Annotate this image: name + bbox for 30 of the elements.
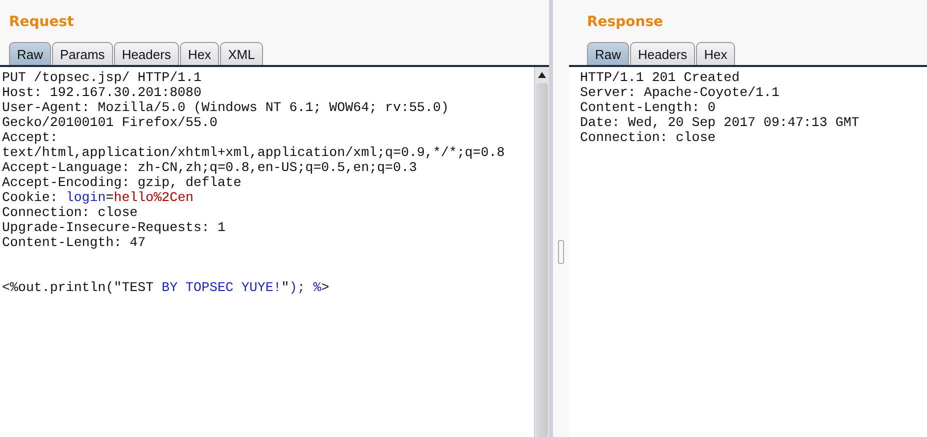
tab[interactable]: XML: [220, 42, 263, 65]
code-line: text/html,application/xhtml+xml,application/xml;q=0.9,*/*;q=0.8: [2, 145, 506, 160]
tab[interactable]: Headers: [114, 42, 179, 65]
code-line: Cookie: login=hello%2Cen: [2, 190, 195, 205]
code-line: Gecko/20100101 Firefox/55.0: [2, 115, 218, 130]
scroll-thumb[interactable]: [536, 83, 548, 437]
code-line: Accept:: [2, 130, 59, 145]
code-line: Accept-Language: zh-CN,zh;q=0.8,en-US;q=0.5,en;q=0.3: [2, 160, 418, 175]
code-line: Connection: close: [2, 205, 139, 220]
tab[interactable]: Params: [52, 42, 113, 65]
code-line: Accept-Encoding: gzip, deflate: [2, 175, 242, 190]
code-line: Content-Length: 0: [580, 100, 717, 115]
code-line: Date: Wed, 20 Sep 2017 09:47:13 GMT: [580, 115, 860, 130]
tab[interactable]: Hex: [696, 42, 736, 65]
tab[interactable]: Raw: [587, 42, 630, 65]
code-line: Content-Length: 47: [2, 235, 147, 250]
tab[interactable]: Raw: [9, 42, 52, 65]
code-line: HTTP/1.1 201 Created: [580, 70, 741, 85]
tab[interactable]: Headers: [630, 42, 696, 65]
code-line: Connection: close: [580, 130, 717, 145]
message-editor[interactable]: HTTP/1.1 201 Created Server: Apache-Coyote/1.1 Content-Length: 0 Date: Wed, 20 Sep 2017 09:47:13 GMT Connection: close: [569, 67, 927, 437]
code-line: User-Agent: Mozilla/5.0 (Windows NT 6.1; WOW64; rv:55.0): [2, 100, 450, 115]
code-line: PUT /topsec.jsp/ HTTP/1.1: [2, 70, 202, 85]
code-line: <%out.println("TEST BY TOPSEC YUYE!"); %>: [2, 280, 330, 295]
code-line: Host: 192.167.30.201:8080: [2, 85, 202, 100]
message-editor[interactable]: [0, 67, 549, 437]
code-line: Server: Apache-Coyote/1.1: [580, 85, 780, 100]
scrollbar[interactable]: [534, 67, 549, 437]
code-line: Upgrade-Insecure-Requests: 1: [2, 220, 226, 235]
tab[interactable]: Hex: [180, 42, 220, 65]
